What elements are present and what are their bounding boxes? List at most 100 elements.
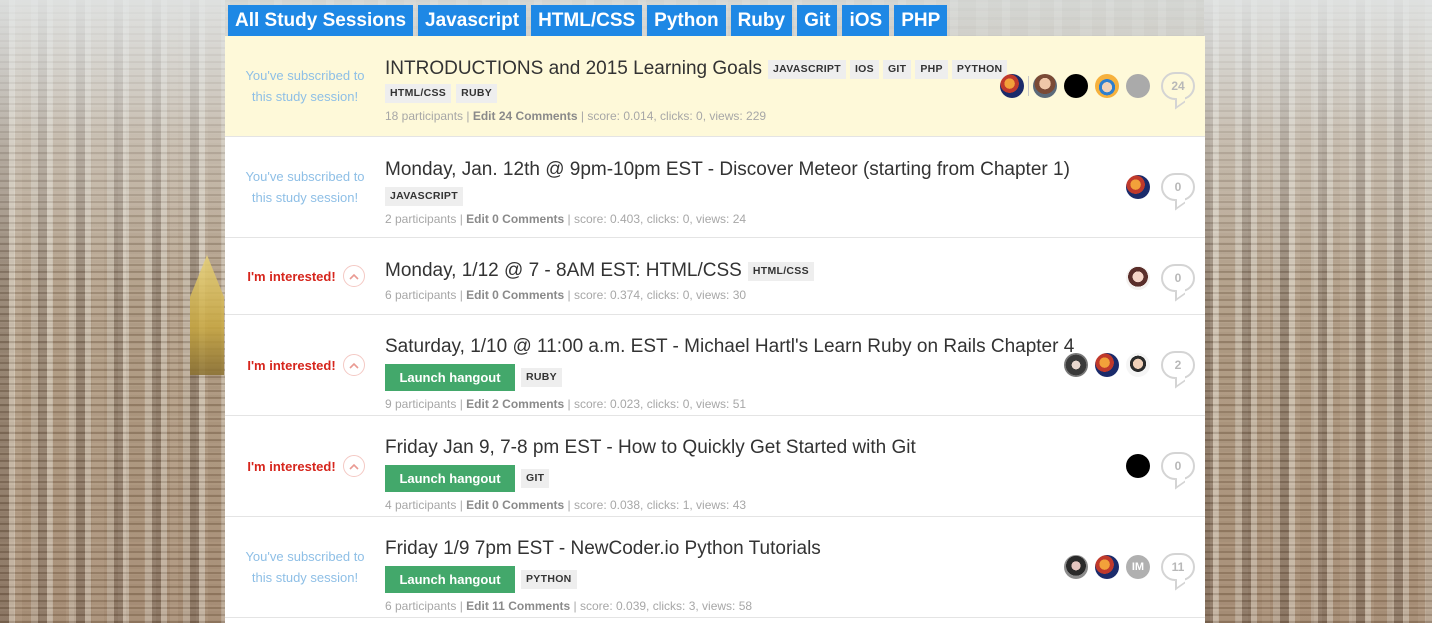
participants-count: 6 participants bbox=[385, 288, 460, 302]
comment-count-bubble[interactable]: 2 bbox=[1161, 351, 1195, 379]
avatar[interactable] bbox=[1126, 353, 1150, 377]
tag-python[interactable]: PYTHON bbox=[521, 570, 577, 589]
session-title[interactable]: Saturday, 1/10 @ 11:00 a.m. EST - Michae… bbox=[385, 336, 1074, 358]
avatar-group: IM bbox=[1064, 555, 1150, 579]
avatar[interactable]: IM bbox=[1126, 555, 1150, 579]
interested-label[interactable]: I'm interested! bbox=[247, 358, 335, 373]
session-content: Friday Jan 9, 7-8 pm EST - How to Quickl… bbox=[385, 437, 918, 512]
session-status: You've subscribed to this study session! bbox=[225, 137, 385, 237]
session-title[interactable]: Monday, Jan. 12th @ 9pm-10pm EST - Disco… bbox=[385, 159, 1070, 181]
avatar[interactable] bbox=[1126, 266, 1150, 290]
tab-php[interactable]: PHP bbox=[894, 5, 948, 37]
session-participants: 24 bbox=[1000, 72, 1195, 100]
session-row: You've subscribed to this study session!… bbox=[225, 36, 1205, 137]
avatar[interactable] bbox=[1126, 74, 1150, 98]
participants-count: 6 participants bbox=[385, 599, 460, 613]
tab-ios[interactable]: iOS bbox=[842, 5, 890, 37]
session-participants: 0 bbox=[1126, 264, 1195, 292]
tab-javascript[interactable]: Javascript bbox=[418, 5, 527, 37]
avatar[interactable] bbox=[1064, 74, 1088, 98]
avatar[interactable] bbox=[1000, 74, 1024, 98]
session-meta: 4 participants | Edit 0 Comments | score… bbox=[385, 498, 918, 512]
session-title[interactable]: Friday 1/9 7pm EST - NewCoder.io Python … bbox=[385, 538, 821, 560]
session-meta: 6 participants | Edit 0 Comments | score… bbox=[385, 288, 814, 302]
avatar[interactable] bbox=[1095, 353, 1119, 377]
tag-ruby[interactable]: RUBY bbox=[521, 368, 562, 387]
launch-hangout-button[interactable]: Launch hangout bbox=[385, 465, 515, 492]
tag-html-css[interactable]: HTML/CSS bbox=[385, 84, 452, 103]
edit-link[interactable]: Edit bbox=[466, 397, 492, 411]
session-status: You've subscribed to this study session! bbox=[225, 517, 385, 617]
tab-git[interactable]: Git bbox=[797, 5, 838, 37]
interested-control: I'm interested! bbox=[245, 265, 365, 287]
avatar[interactable] bbox=[1126, 175, 1150, 199]
session-participants: 0 bbox=[1126, 452, 1195, 480]
comments-link[interactable]: 2 Comments bbox=[492, 397, 567, 411]
tag-javascript[interactable]: JAVASCRIPT bbox=[385, 187, 463, 206]
comment-count-bubble[interactable]: 0 bbox=[1161, 452, 1195, 480]
launch-hangout-button[interactable]: Launch hangout bbox=[385, 566, 515, 593]
session-content: Monday, 1/12 @ 7 - 8AM EST: HTML/CSS HTML… bbox=[385, 260, 814, 302]
chevron-up-icon[interactable] bbox=[342, 455, 365, 477]
chevron-up-icon[interactable] bbox=[342, 354, 365, 376]
comment-count-bubble[interactable]: 24 bbox=[1161, 72, 1195, 100]
comments-link[interactable]: 24 Comments bbox=[499, 109, 581, 123]
tag-git[interactable]: GIT bbox=[521, 469, 550, 488]
title-line: INTRODUCTIONS and 2015 Learning Goals JAV… bbox=[385, 58, 1008, 80]
avatar[interactable] bbox=[1064, 353, 1088, 377]
avatar-divider bbox=[1028, 76, 1029, 96]
session-stats: score: 0.403, clicks: 0, views: 24 bbox=[573, 212, 747, 226]
comments-link[interactable]: 11 Comments bbox=[492, 599, 573, 613]
session-meta: 9 participants | Edit 2 Comments | score… bbox=[385, 397, 1076, 411]
session-stats: score: 0.374, clicks: 0, views: 30 bbox=[573, 288, 747, 302]
interested-label[interactable]: I'm interested! bbox=[247, 269, 335, 284]
edit-link[interactable]: Edit bbox=[473, 109, 499, 123]
session-meta: 18 participants | Edit 24 Comments | sco… bbox=[385, 109, 1007, 123]
launch-hangout-button[interactable]: Launch hangout bbox=[385, 364, 515, 391]
comment-count-bubble[interactable]: 0 bbox=[1161, 173, 1195, 201]
subscribed-message: You've subscribed to this study session! bbox=[245, 169, 365, 205]
background-city-right bbox=[1204, 0, 1432, 623]
tag-javascript[interactable]: JAVASCRIPT bbox=[768, 59, 846, 79]
comments-link[interactable]: 0 Comments bbox=[492, 288, 567, 302]
comments-link[interactable]: 0 Comments bbox=[492, 212, 567, 226]
tag-ios[interactable]: IOS bbox=[849, 59, 879, 79]
avatar[interactable] bbox=[1095, 74, 1119, 98]
tab-ruby[interactable]: Ruby bbox=[730, 5, 793, 37]
session-meta: 2 participants | Edit 0 Comments | score… bbox=[385, 212, 1072, 226]
tag-line: HTML/CSS RUBY bbox=[385, 84, 1007, 103]
edit-link[interactable]: Edit bbox=[466, 288, 492, 302]
tab-all-study-sessions[interactable]: All Study Sessions bbox=[228, 5, 414, 37]
session-title[interactable]: INTRODUCTIONS and 2015 Learning Goals bbox=[385, 58, 762, 80]
tag-line: Launch hangout PYTHON bbox=[385, 566, 823, 593]
tab-html-css[interactable]: HTML/CSS bbox=[531, 5, 643, 37]
avatar[interactable] bbox=[1033, 74, 1057, 98]
session-row: I'm interested! Friday Jan 9, 7-8 pm EST … bbox=[225, 416, 1205, 517]
tag-line: JAVASCRIPT bbox=[385, 187, 1072, 206]
tag-ruby[interactable]: RUBY bbox=[456, 84, 498, 103]
tab-python[interactable]: Python bbox=[647, 5, 726, 37]
session-row: You've subscribed to this study session!… bbox=[225, 137, 1205, 238]
participants-count: 2 participants bbox=[385, 212, 460, 226]
title-line: Saturday, 1/10 @ 11:00 a.m. EST - Michae… bbox=[385, 336, 1076, 358]
session-status: I'm interested! bbox=[225, 416, 385, 516]
comment-count-bubble[interactable]: 11 bbox=[1161, 553, 1195, 581]
participants-count: 18 participants bbox=[385, 109, 467, 123]
session-title[interactable]: Friday Jan 9, 7-8 pm EST - How to Quickl… bbox=[385, 437, 916, 459]
tag-php[interactable]: PHP bbox=[915, 59, 948, 79]
avatar[interactable] bbox=[1126, 454, 1150, 478]
avatar[interactable] bbox=[1064, 555, 1088, 579]
chevron-up-icon[interactable] bbox=[342, 265, 365, 287]
session-title[interactable]: Monday, 1/12 @ 7 - 8AM EST: HTML/CSS bbox=[385, 260, 742, 282]
tag-html-css[interactable]: HTML/CSS bbox=[747, 261, 814, 281]
interested-control: I'm interested! bbox=[245, 455, 365, 477]
edit-link[interactable]: Edit bbox=[466, 212, 492, 226]
interested-label[interactable]: I'm interested! bbox=[247, 459, 335, 474]
tag-git[interactable]: GIT bbox=[882, 59, 912, 79]
comments-link[interactable]: 0 Comments bbox=[492, 498, 567, 512]
avatar[interactable] bbox=[1095, 555, 1119, 579]
edit-link[interactable]: Edit bbox=[466, 599, 492, 613]
edit-link[interactable]: Edit bbox=[466, 498, 492, 512]
participants-count: 9 participants bbox=[385, 397, 460, 411]
comment-count-bubble[interactable]: 0 bbox=[1161, 264, 1195, 292]
